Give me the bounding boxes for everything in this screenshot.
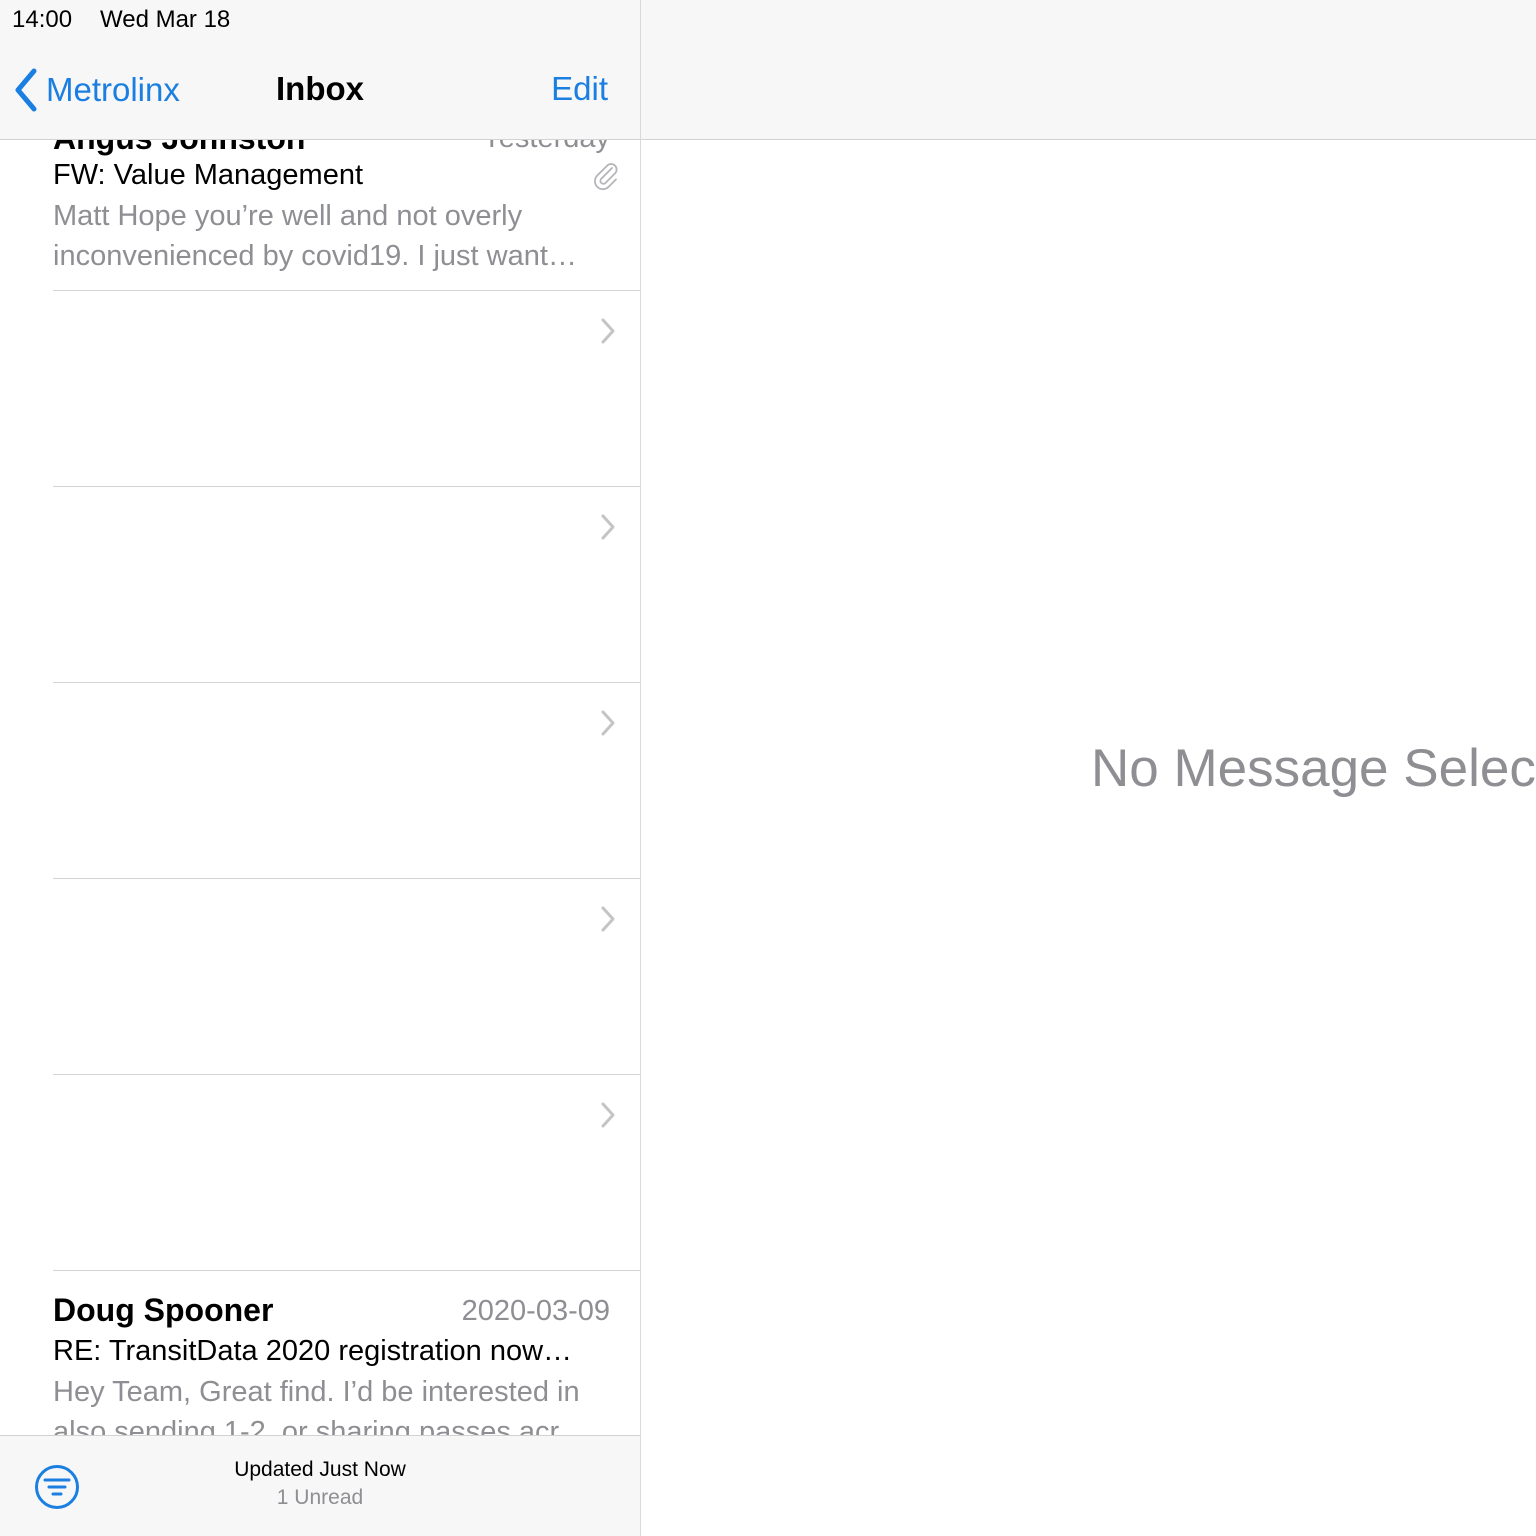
message-date: 2020-03-09 <box>461 1295 610 1327</box>
detail-navigation-bar <box>641 0 1536 140</box>
message-list[interactable]: Angus Johnston Yesterday FW: Value Manag… <box>0 0 640 1536</box>
preview-line: inconvenienced by covid19. I just want… <box>53 240 577 272</box>
message-subject: FW: Value Management <box>53 159 364 191</box>
list-item[interactable] <box>0 291 640 487</box>
empty-state-label: No Message Selected <box>1091 739 1536 798</box>
chevron-right-icon <box>601 906 615 932</box>
edit-button[interactable]: Edit <box>551 70 608 108</box>
message-sender: Doug Spooner <box>53 1292 274 1328</box>
unread-count: 1 Unread <box>276 1486 364 1509</box>
update-status: Updated Just Now <box>234 1458 406 1481</box>
chevron-right-icon <box>601 514 615 540</box>
list-item[interactable] <box>0 1075 640 1271</box>
back-button-label: Metrolinx <box>46 71 180 108</box>
chevron-right-icon <box>601 710 615 736</box>
message-subject: RE: TransitData 2020 registration now… <box>53 1335 573 1367</box>
chevron-right-icon <box>601 318 615 344</box>
preview-line: Hey Team, Great find. I’d be interested … <box>53 1376 580 1408</box>
chevron-right-icon <box>601 1102 615 1128</box>
message-detail-pane: No Message Selected <box>641 0 1536 1536</box>
status-date: Wed Mar 18 <box>100 6 231 33</box>
mail-app: Angus Johnston Yesterday FW: Value Manag… <box>0 0 1536 1536</box>
preview-line: Matt Hope you’re well and not overly <box>53 200 523 232</box>
navigation-bar: 14:00 Wed Mar 18 Metrolinx Inbox Edit <box>0 0 640 140</box>
chevron-left-icon <box>15 68 37 112</box>
list-item[interactable] <box>0 487 640 683</box>
message-preview: Matt Hope you’re well and not overly inc… <box>53 196 613 276</box>
list-item[interactable] <box>0 879 640 1075</box>
paperclip-icon <box>594 163 618 191</box>
bottom-toolbar: Updated Just Now 1 Unread <box>0 1435 640 1536</box>
back-button[interactable]: Metrolinx <box>14 68 180 112</box>
list-item[interactable] <box>0 683 640 879</box>
status-time: 14:00 <box>12 6 73 33</box>
page-title: Inbox <box>276 70 364 107</box>
message-list-pane: Angus Johnston Yesterday FW: Value Manag… <box>0 0 640 1536</box>
